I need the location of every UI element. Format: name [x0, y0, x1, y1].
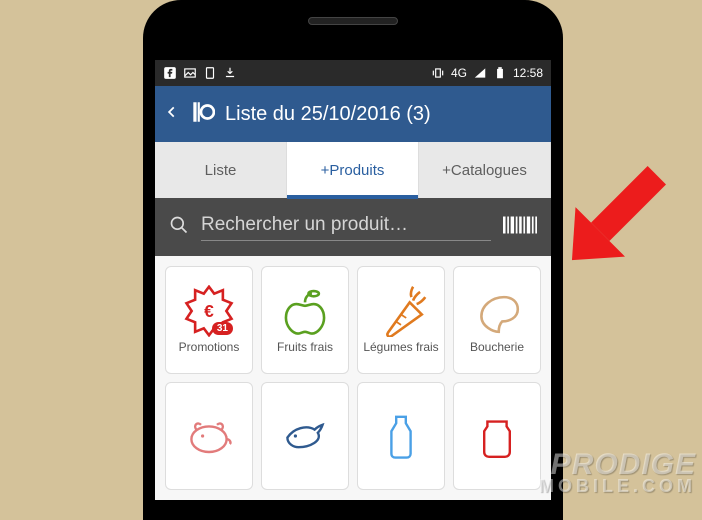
watermark-line1: PRODIGE	[539, 451, 696, 478]
phone-earpiece	[155, 12, 551, 30]
category-divers[interactable]	[453, 382, 541, 490]
category-promotions[interactable]: € 31 Promotions	[165, 266, 253, 374]
tabs: Liste +Produits +Catalogues	[155, 142, 551, 198]
facebook-icon	[163, 66, 177, 80]
svg-text:€: €	[204, 301, 214, 321]
barcode-icon[interactable]	[503, 214, 537, 241]
fish-icon	[279, 410, 331, 462]
category-poissonnerie[interactable]	[261, 382, 349, 490]
jar-icon	[471, 410, 523, 462]
promotions-badge: 31	[212, 322, 233, 335]
battery-icon	[493, 66, 507, 80]
search-input[interactable]: Rechercher un produit…	[201, 214, 491, 241]
network-label: 4G	[451, 66, 467, 80]
pig-icon	[183, 410, 235, 462]
app-logo-icon	[189, 99, 215, 130]
category-label: Légumes frais	[361, 341, 440, 354]
tab-label: Liste	[205, 162, 237, 179]
tab-liste[interactable]: Liste	[155, 142, 287, 198]
category-fruits-frais[interactable]: Fruits frais	[261, 266, 349, 374]
status-bar: 4G 12:58	[155, 60, 551, 86]
bottle-icon	[375, 410, 427, 462]
download-icon	[223, 66, 237, 80]
search-icon	[169, 215, 189, 240]
back-icon[interactable]	[165, 101, 179, 128]
apple-icon	[279, 285, 331, 337]
category-grid: € 31 Promotions Fruits frais	[155, 256, 551, 500]
category-label: Fruits frais	[275, 341, 335, 354]
annotation-arrow	[545, 120, 702, 280]
phone-screen: 4G 12:58 Liste du	[155, 60, 551, 500]
watermark: PRODIGE MOBILE.COM	[539, 451, 696, 494]
promotions-icon: € 31	[183, 285, 235, 337]
image-icon	[183, 66, 197, 80]
tab-catalogues[interactable]: +Catalogues	[419, 142, 551, 198]
app-header: Liste du 25/10/2016 (3)	[155, 86, 551, 142]
sim-icon	[203, 66, 217, 80]
tab-produits[interactable]: +Produits	[287, 142, 419, 198]
category-laitiers[interactable]	[357, 382, 445, 490]
category-label: Promotions	[177, 341, 242, 354]
tab-label: +Produits	[321, 162, 385, 179]
category-label: Boucherie	[468, 341, 526, 354]
category-legumes-frais[interactable]: Légumes frais	[357, 266, 445, 374]
category-charcuterie[interactable]	[165, 382, 253, 490]
signal-icon	[473, 66, 487, 80]
meat-icon	[471, 285, 523, 337]
carrot-icon	[375, 285, 427, 337]
page-title: Liste du 25/10/2016 (3)	[225, 103, 431, 126]
search-bar: Rechercher un produit…	[155, 198, 551, 256]
watermark-line2: MOBILE.COM	[539, 478, 696, 494]
vibrate-icon	[431, 66, 445, 80]
phone-frame: 4G 12:58 Liste du	[143, 0, 563, 520]
clock: 12:58	[513, 66, 543, 80]
category-boucherie[interactable]: Boucherie	[453, 266, 541, 374]
tab-label: +Catalogues	[442, 162, 527, 179]
